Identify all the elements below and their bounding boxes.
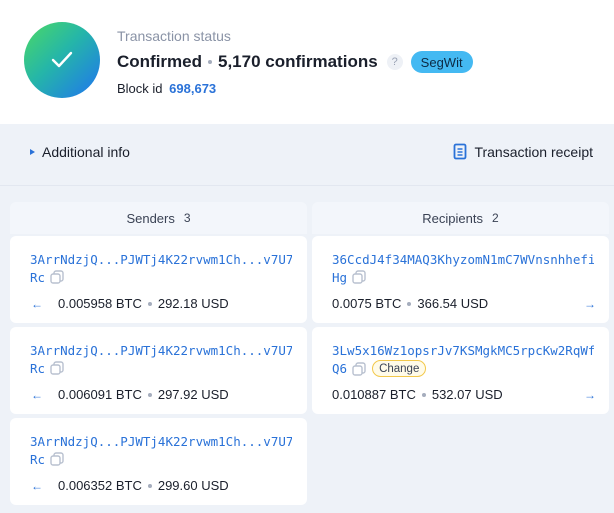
- sender-address[interactable]: 3ArrNdzjQ...PJWTj4K22rvwm1Ch...v7U7Ui2: [30, 341, 292, 360]
- sender-usd: 299.60 USD: [157, 478, 229, 493]
- block-id-line: Block id 698,673: [117, 81, 216, 96]
- sender-usd: 297.92 USD: [157, 387, 229, 402]
- senders-header: Senders 3: [10, 202, 307, 234]
- recipient-item: 3Lw5x16Wz1opsrJv7KSMgkMC5rpcKw2RqWfp8 Q6…: [312, 327, 609, 414]
- sender-address-end[interactable]: Rc: [30, 361, 45, 376]
- arrow-left-icon[interactable]: ←: [30, 388, 44, 402]
- sender-amount-row: ← 0.006352 BTC 299.60 USD: [30, 478, 229, 493]
- arrow-right-icon[interactable]: →: [583, 297, 597, 311]
- recipient-address[interactable]: 36CcdJ4f34MAQ3KhyzomN1mC7WVnsnhhefi6M: [332, 250, 594, 269]
- copy-icon[interactable]: [351, 361, 367, 377]
- arrow-right-icon[interactable]: →: [583, 388, 597, 402]
- recipient-usd: 366.54 USD: [417, 296, 489, 311]
- sender-btc: 0.006352 BTC: [58, 478, 142, 493]
- separator-dot: [147, 301, 152, 306]
- recipient-address[interactable]: 3Lw5x16Wz1opsrJv7KSMgkMC5rpcKw2RqWfp8: [332, 341, 594, 360]
- copy-icon[interactable]: [351, 269, 367, 285]
- status-state: Confirmed: [117, 52, 202, 71]
- sender-amount-row: ← 0.006091 BTC 297.92 USD: [30, 387, 229, 402]
- recipient-btc: 0.0075 BTC: [332, 296, 402, 311]
- sender-item: 3ArrNdzjQ...PJWTj4K22rvwm1Ch...v7U7Ui2 R…: [10, 418, 307, 505]
- recipients-title: Recipients: [422, 210, 483, 226]
- change-badge: Change: [372, 360, 427, 377]
- senders-count: 3: [183, 211, 191, 225]
- senders-title: Senders: [126, 210, 175, 226]
- block-id-label: Block id: [117, 81, 163, 96]
- sender-address[interactable]: 3ArrNdzjQ...PJWTj4K22rvwm1Ch...v7U7Ui2: [30, 432, 292, 451]
- sender-item: 3ArrNdzjQ...PJWTj4K22rvwm1Ch...v7U7Ui2 R…: [10, 327, 307, 414]
- address-end-row: Rc: [30, 269, 65, 285]
- sender-btc: 0.005958 BTC: [58, 296, 142, 311]
- copy-icon[interactable]: [49, 451, 65, 467]
- sender-usd: 292.18 USD: [157, 296, 229, 311]
- segwit-badge: SegWit: [410, 51, 473, 73]
- additional-info-toggle[interactable]: Additional info: [30, 144, 130, 160]
- block-id-link[interactable]: 698,673: [169, 81, 216, 96]
- arrow-left-icon[interactable]: ←: [30, 297, 44, 311]
- separator-dot: [147, 392, 152, 397]
- status-line: Confirmed 5,170 confirmations ? SegWit: [117, 51, 473, 73]
- sender-item: 3ArrNdzjQ...PJWTj4K22rvwm1Ch...v7U7Ui2 R…: [10, 236, 307, 323]
- separator-dot: [421, 392, 426, 397]
- recipient-btc: 0.010887 BTC: [332, 387, 416, 402]
- expand-triangle-icon: [30, 149, 35, 155]
- recipients-column: Recipients 2: [312, 202, 609, 234]
- recipients-header: Recipients 2: [312, 202, 609, 234]
- recipient-amount-row: 0.010887 BTC 532.07 USD →: [332, 387, 597, 402]
- transaction-receipt-link[interactable]: Transaction receipt: [453, 143, 593, 160]
- help-icon[interactable]: ?: [386, 54, 403, 70]
- separator-dot: [407, 301, 412, 306]
- sender-amount-row: ← 0.005958 BTC 292.18 USD: [30, 296, 229, 311]
- recipient-usd: 532.07 USD: [431, 387, 503, 402]
- additional-info-label: Additional info: [42, 144, 130, 160]
- copy-icon[interactable]: [49, 360, 65, 376]
- transaction-receipt-label: Transaction receipt: [474, 143, 593, 160]
- separator-dot: [208, 60, 212, 64]
- recipient-address-end[interactable]: Hg: [332, 270, 347, 285]
- recipient-amount-values: 0.010887 BTC 532.07 USD: [332, 387, 503, 402]
- confirmed-check-icon: [24, 22, 100, 98]
- sender-btc: 0.006091 BTC: [58, 387, 142, 402]
- sender-address[interactable]: 3ArrNdzjQ...PJWTj4K22rvwm1Ch...v7U7Ui2: [30, 250, 292, 269]
- separator-dot: [147, 483, 152, 488]
- address-end-row: Rc: [30, 360, 65, 376]
- arrow-left-icon[interactable]: ←: [30, 479, 44, 493]
- status-label: Transaction status: [117, 28, 231, 44]
- recipients-count: 2: [492, 211, 499, 225]
- copy-icon[interactable]: [49, 269, 65, 285]
- sender-address-end[interactable]: Rc: [30, 452, 45, 467]
- recipient-item: 36CcdJ4f34MAQ3KhyzomN1mC7WVnsnhhefi6M Hg…: [312, 236, 609, 323]
- confirmations-count: 5,170 confirmations: [218, 52, 378, 71]
- receipt-icon: [454, 143, 467, 160]
- senders-column: Senders 3: [10, 202, 307, 234]
- recipient-address-end[interactable]: Q6: [332, 361, 347, 376]
- recipient-amount-row: 0.0075 BTC 366.54 USD →: [332, 296, 597, 311]
- address-end-row: Rc: [30, 451, 65, 467]
- transaction-status-card: Transaction status Confirmed 5,170 confi…: [0, 0, 614, 124]
- address-end-row: Hg: [332, 269, 367, 285]
- recipient-amount-values: 0.0075 BTC 366.54 USD: [332, 296, 488, 311]
- info-bar: Additional info Transaction receipt: [0, 124, 614, 186]
- sender-address-end[interactable]: Rc: [30, 270, 45, 285]
- address-end-row: Q6 Change: [332, 360, 427, 377]
